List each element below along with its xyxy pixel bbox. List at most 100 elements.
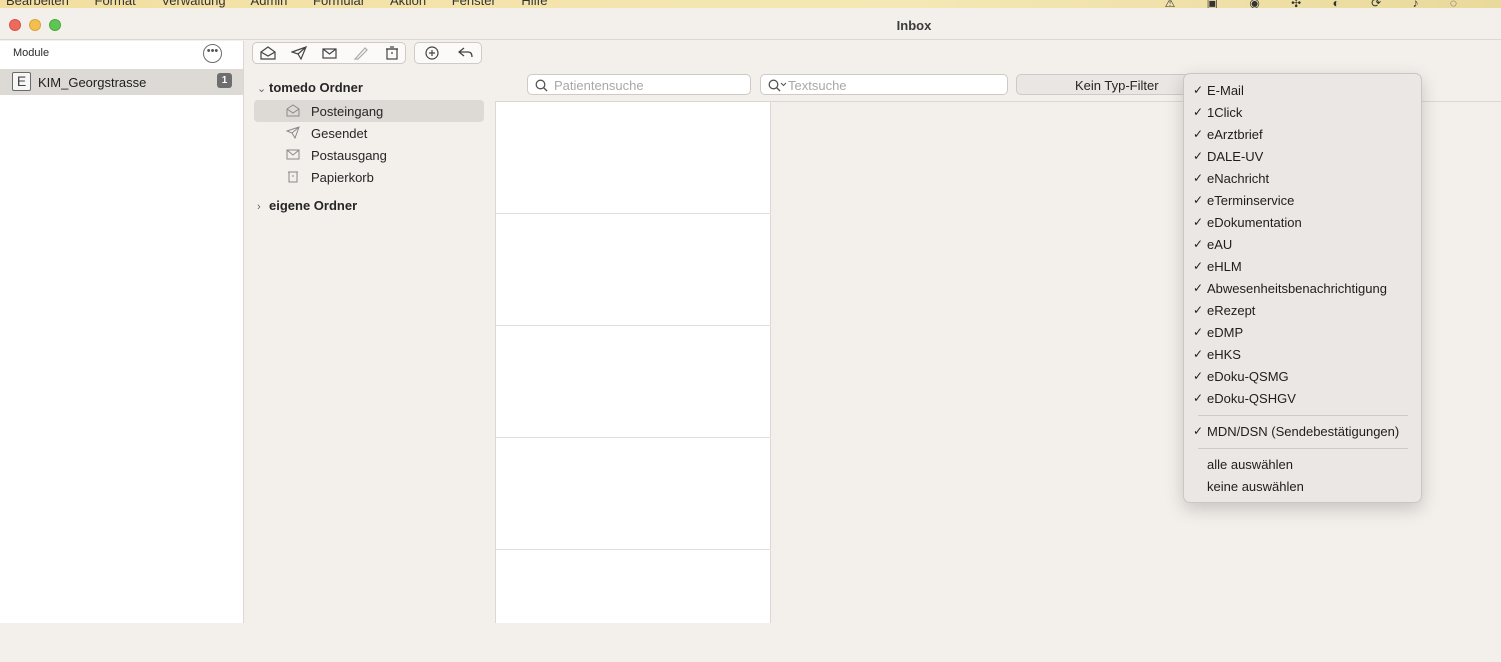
chevron-down-icon: ⌄ bbox=[257, 83, 267, 95]
pencil-icon bbox=[353, 47, 368, 60]
menu-item-edokumentation[interactable]: ✓ eDokumentation bbox=[1184, 212, 1421, 234]
ellipsis-icon: ••• bbox=[206, 45, 219, 57]
menu-item-label: DALE-UV bbox=[1207, 149, 1264, 164]
menu-item-ehlm[interactable]: ✓ eHLM bbox=[1184, 256, 1421, 278]
add-button[interactable] bbox=[417, 43, 447, 63]
list-item[interactable] bbox=[496, 550, 771, 662]
menu-hilfe[interactable]: Hilfe bbox=[521, 0, 547, 8]
menu-item-1click[interactable]: ✓ 1Click bbox=[1184, 102, 1421, 124]
checkmark-icon: ✓ bbox=[1193, 325, 1204, 339]
menu-item-mdn-dsn[interactable]: ✓ MDN/DSN (Sendebestätigungen) bbox=[1184, 421, 1421, 443]
trash-icon bbox=[386, 46, 398, 60]
folder-group-label: tomedo Ordner bbox=[269, 80, 363, 95]
menu-item-label: eRezept bbox=[1207, 303, 1256, 318]
menu-item-label: eDoku-QSMG bbox=[1207, 369, 1289, 384]
edit-button[interactable] bbox=[346, 43, 376, 63]
list-item[interactable] bbox=[496, 438, 771, 550]
module-item-kim[interactable]: E KIM_Georgstrasse 1 bbox=[0, 69, 243, 95]
menu-item-abwesenheit[interactable]: ✓ Abwesenheitsbenachrichtigung bbox=[1184, 278, 1421, 300]
menu-item-select-all[interactable]: alle auswählen bbox=[1184, 454, 1421, 476]
folder-posteingang[interactable]: Posteingang bbox=[254, 100, 484, 122]
patient-search-input[interactable]: Patientensuche bbox=[527, 74, 751, 95]
menu-format[interactable]: Format bbox=[95, 0, 136, 8]
menu-item-email[interactable]: ✓ E-Mail bbox=[1184, 80, 1421, 102]
envelope-icon bbox=[322, 48, 337, 59]
delete-button[interactable] bbox=[377, 43, 407, 63]
menu-item-label: eNachricht bbox=[1207, 171, 1270, 186]
menu-item-erezept[interactable]: ✓ eRezept bbox=[1184, 300, 1421, 322]
text-search-input[interactable]: Textsuche bbox=[760, 74, 1008, 95]
checkmark-icon: ✓ bbox=[1193, 424, 1204, 438]
reply-arrow-icon bbox=[458, 47, 473, 58]
list-item[interactable] bbox=[496, 214, 771, 326]
checkmark-icon: ✓ bbox=[1193, 105, 1204, 119]
menu-item-label: alle auswählen bbox=[1207, 457, 1294, 472]
checkmark-icon: ✓ bbox=[1193, 149, 1204, 163]
toolbar-group-actions bbox=[252, 42, 406, 64]
module-sidebar: Module ••• E KIM_Georgstrasse 1 bbox=[0, 41, 244, 623]
menu-item-label: eDokumentation bbox=[1207, 215, 1302, 230]
checkmark-icon: ✓ bbox=[1193, 347, 1204, 361]
menu-admin[interactable]: Admin bbox=[251, 0, 288, 8]
send-button[interactable] bbox=[284, 43, 314, 63]
search-options-icon bbox=[768, 79, 787, 92]
reply-button[interactable] bbox=[451, 43, 481, 63]
menu-item-select-none[interactable]: keine auswählen bbox=[1184, 476, 1421, 498]
folder-group-label: eigene Ordner bbox=[269, 198, 358, 213]
menu-verwaltung[interactable]: Verwaltung bbox=[161, 0, 225, 8]
menu-item-label: keine auswählen bbox=[1207, 479, 1304, 494]
type-filter-menu: ✓ E-Mail ✓ 1Click ✓ eArztbrief ✓ DALE-UV ✓ eN… bbox=[1183, 73, 1422, 503]
menu-item-edmp[interactable]: ✓ eDMP bbox=[1184, 322, 1421, 344]
menu-item-earztbrief[interactable]: ✓ eArztbrief bbox=[1184, 124, 1421, 146]
inbox-window: Inbox Module ••• E KIM_Georgstrasse 1 ⌄ … bbox=[0, 8, 1501, 623]
menu-item-edoku-qshgv[interactable]: ✓ eDoku-QSHGV bbox=[1184, 388, 1421, 410]
checkmark-icon: ✓ bbox=[1193, 171, 1204, 185]
checkmark-icon: ✓ bbox=[1193, 303, 1204, 317]
list-item[interactable] bbox=[496, 326, 771, 438]
folder-label: Postausgang bbox=[311, 148, 387, 163]
checkmark-icon: ✓ bbox=[1193, 369, 1204, 383]
menu-item-edoku-qsmg[interactable]: ✓ eDoku-QSMG bbox=[1184, 366, 1421, 388]
unread-count-badge: 1 bbox=[217, 73, 232, 88]
menu-item-label: eAU bbox=[1207, 237, 1233, 252]
menu-item-dale-uv[interactable]: ✓ DALE-UV bbox=[1184, 146, 1421, 168]
menu-aktion[interactable]: Aktion bbox=[390, 0, 426, 8]
new-message-button[interactable] bbox=[315, 43, 345, 63]
chevron-right-icon: › bbox=[257, 201, 261, 213]
menu-item-label: eHLM bbox=[1207, 259, 1242, 274]
search-icon bbox=[535, 79, 548, 92]
receive-button[interactable] bbox=[253, 43, 283, 63]
outbox-icon bbox=[286, 149, 300, 160]
folder-postausgang[interactable]: Postausgang bbox=[254, 144, 484, 166]
module-type-icon: E bbox=[12, 72, 31, 91]
text-search-placeholder: Textsuche bbox=[788, 78, 847, 93]
folder-gesendet[interactable]: Gesendet bbox=[254, 122, 484, 144]
menu-formular[interactable]: Formular bbox=[313, 0, 365, 8]
menu-item-eterminservice[interactable]: ✓ eTerminservice bbox=[1184, 190, 1421, 212]
list-item[interactable] bbox=[496, 102, 771, 214]
message-list bbox=[495, 68, 771, 623]
checkmark-icon: ✓ bbox=[1193, 259, 1204, 273]
menu-item-label: eDoku-QSHGV bbox=[1207, 391, 1296, 406]
menu-item-ehks[interactable]: ✓ eHKS bbox=[1184, 344, 1421, 366]
type-filter-label: Kein Typ-Filter bbox=[1075, 78, 1159, 93]
folder-papierkorb[interactable]: Papierkorb bbox=[254, 166, 484, 188]
folder-group-tomedo[interactable]: ⌄ tomedo Ordner bbox=[257, 80, 363, 95]
paper-plane-icon bbox=[291, 46, 307, 60]
trash-icon bbox=[288, 171, 298, 183]
menu-bearbeiten[interactable]: Bearbeiten bbox=[6, 0, 69, 8]
menu-item-label: eDMP bbox=[1207, 325, 1244, 340]
menu-separator bbox=[1198, 415, 1408, 416]
menu-item-label: eHKS bbox=[1207, 347, 1241, 362]
more-options-button[interactable]: ••• bbox=[203, 44, 222, 63]
menu-item-label: MDN/DSN (Sendebestätigungen) bbox=[1207, 424, 1400, 439]
sent-icon bbox=[286, 126, 300, 139]
checkmark-icon: ✓ bbox=[1193, 237, 1204, 251]
menu-item-eau[interactable]: ✓ eAU bbox=[1184, 234, 1421, 256]
menu-fenster[interactable]: Fenster bbox=[452, 0, 496, 8]
folder-label: Papierkorb bbox=[311, 170, 374, 185]
menu-item-enachricht[interactable]: ✓ eNachricht bbox=[1184, 168, 1421, 190]
menu-item-label: eArztbrief bbox=[1207, 127, 1263, 142]
folder-group-eigene[interactable]: › eigene Ordner bbox=[257, 198, 357, 213]
folder-pane: ⌄ tomedo Ordner Posteingang Gesendet Post… bbox=[244, 68, 495, 623]
